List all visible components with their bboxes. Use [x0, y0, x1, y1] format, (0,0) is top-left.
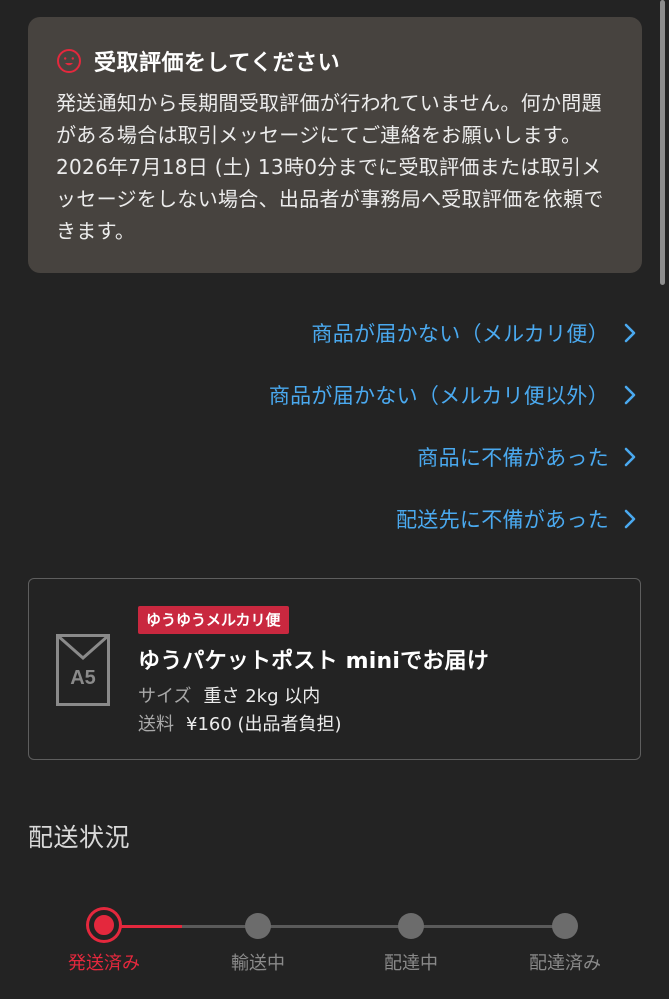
link-not-arrived-mercari[interactable]: 商品が届かない（メルカリ便） [37, 302, 637, 364]
chevron-right-icon [624, 385, 636, 405]
step-dot-out-for-delivery [398, 913, 424, 939]
receipt-review-notice: 受取評価をしてください 発送通知から長期間受取評価が行われていません。何か問題が… [28, 17, 642, 273]
link-label: 商品に不備があった [417, 446, 609, 470]
link-label: 配送先に不備があった [396, 508, 609, 532]
scrollbar[interactable] [660, 0, 665, 285]
step-label-shipped: 発送済み [68, 953, 140, 974]
fee-key: 送料 [138, 714, 174, 735]
fee-value: ¥160 (出品者負担) [186, 714, 342, 735]
step-dot-delivered [552, 913, 578, 939]
link-label: 商品が届かない（メルカリ便） [311, 322, 609, 346]
step-dot-in-transit [245, 913, 271, 939]
link-label: 商品が届かない（メルカリ便以外） [268, 384, 609, 408]
shipping-size-row: サイズ 重さ 2kg 以内 [138, 682, 320, 708]
notice-header: 受取評価をしてください [56, 45, 616, 77]
delivery-status-title: 配送状況 [28, 823, 131, 852]
shipping-method-title: ゆうパケットポスト miniでお届け [138, 649, 489, 674]
link-item-defect[interactable]: 商品に不備があった [37, 426, 637, 488]
link-address-defect[interactable]: 配送先に不備があった [37, 488, 637, 550]
notice-title: 受取評価をしてください [94, 51, 341, 76]
chevron-right-icon [624, 323, 636, 343]
chevron-right-icon [624, 509, 636, 529]
size-key: サイズ [138, 686, 192, 707]
issue-links: 商品が届かない（メルカリ便） 商品が届かない（メルカリ便以外） 商品に不備があっ… [37, 302, 637, 550]
link-not-arrived-other[interactable]: 商品が届かない（メルカリ便以外） [37, 364, 637, 426]
shipping-fee-row: 送料 ¥160 (出品者負担) [138, 710, 342, 736]
step-label-delivered: 配達済み [529, 953, 601, 974]
envelope-size-label: A5 [70, 667, 96, 689]
face-icon [57, 49, 81, 73]
step-label-out-for-delivery: 配達中 [384, 953, 438, 974]
notice-body: 発送通知から長期間受取評価が行われていません。何か問題がある場合は取引メッセージ… [56, 91, 604, 243]
shipping-service-badge: ゆうゆうメルカリ便 [138, 606, 289, 634]
size-value: 重さ 2kg 以内 [203, 686, 321, 707]
step-label-in-transit: 輸送中 [231, 953, 285, 974]
envelope-icon: A5 [56, 634, 110, 706]
chevron-right-icon [624, 447, 636, 467]
step-dot-shipped [89, 910, 119, 940]
delivery-progress-tracker: 発送済み 輸送中 配達中 配達済み [0, 900, 669, 999]
shipping-method-card: A5 ゆうゆうメルカリ便 ゆうパケットポスト miniでお届け サイズ 重さ 2k… [28, 578, 641, 760]
